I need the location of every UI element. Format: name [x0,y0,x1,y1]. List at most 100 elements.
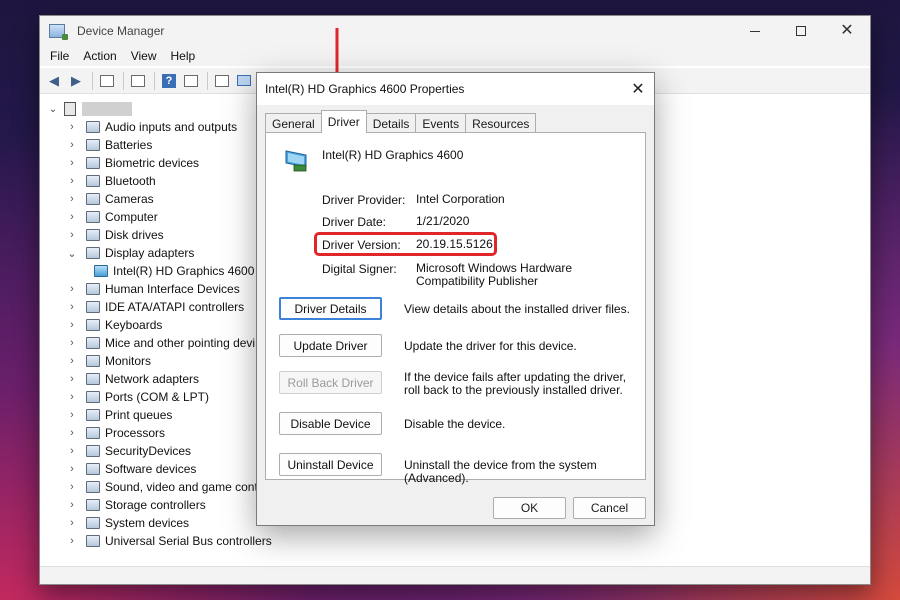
driver-tab-panel: Intel(R) HD Graphics 4600 Driver Provide… [265,132,646,485]
chevron-right-icon[interactable]: › [66,139,78,151]
menu-help[interactable]: Help [164,49,203,63]
chevron-right-icon[interactable]: › [66,301,78,313]
tree-category[interactable]: › IDE ATA/ATAPI controllers [66,298,244,316]
chevron-right-icon[interactable]: › [66,211,78,223]
close-button[interactable]: ✕ [824,16,870,46]
tree-category[interactable]: › Audio inputs and outputs [66,118,237,136]
chevron-right-icon[interactable]: › [66,193,78,205]
roll-back-driver-button[interactable]: Roll Back Driver [279,371,382,394]
menu-view[interactable]: View [124,49,164,63]
computer-icon [86,211,100,223]
chevron-right-icon[interactable]: › [66,463,78,475]
tree-category-label: Processors [105,426,166,440]
chevron-right-icon[interactable]: › [66,337,78,349]
system-icon [86,517,100,529]
chevron-right-icon[interactable]: › [66,175,78,187]
tree-category[interactable]: › Network adapters [66,370,199,388]
driver-details-button[interactable]: Driver Details [279,297,382,320]
chevron-right-icon[interactable]: › [66,517,78,529]
usb-icon [86,535,100,547]
chevron-right-icon[interactable]: › [66,121,78,133]
tree-category[interactable]: › Bluetooth [66,172,156,190]
tree-category-label: Human Interface Devices [105,282,240,296]
properties-button[interactable] [97,71,117,91]
tree-category[interactable]: › Batteries [66,136,152,154]
tree-category-label: Audio inputs and outputs [105,120,238,134]
tree-category-label: Print queues [105,408,173,422]
roll-back-driver-description: If the device fails after updating the d… [404,370,627,397]
tree-category[interactable]: › System devices [66,514,189,532]
chevron-right-icon[interactable]: › [66,499,78,511]
tab-driver[interactable]: Driver [320,110,367,133]
sound-icon [86,481,100,493]
driver-date-value: 1/21/2020 [416,214,470,228]
update-driver-button[interactable]: Update Driver [279,334,382,357]
tree-category[interactable]: ⌄ Display adapters [66,244,194,262]
tree-category[interactable]: › Cameras [66,190,154,208]
chevron-right-icon[interactable]: › [66,157,78,169]
tree-category[interactable]: › Ports (COM & LPT) [66,388,209,406]
tree-category[interactable]: › Keyboards [66,316,162,334]
chevron-right-icon[interactable]: › [66,481,78,493]
tree-category[interactable]: › Monitors [66,352,151,370]
chevron-right-icon[interactable]: › [66,373,78,385]
tree-category[interactable]: › Computer [66,208,158,226]
update-driver-button[interactable] [212,71,232,91]
ok-button[interactable]: OK [493,497,566,519]
tree-category[interactable]: › Processors [66,424,165,442]
menu-file[interactable]: File [43,49,76,63]
chevron-right-icon[interactable]: › [66,427,78,439]
minimize-button[interactable] [732,16,778,46]
tree-category[interactable]: › Software devices [66,460,196,478]
computer-icon [64,102,76,116]
tab-details[interactable]: Details [365,113,417,133]
tree-category-label: SecurityDevices [105,444,192,458]
menu-action[interactable]: Action [76,49,123,63]
cancel-button[interactable]: Cancel [573,497,646,519]
scan-hardware-button[interactable] [234,71,254,91]
tree-category[interactable]: › Universal Serial Bus controllers [66,532,272,550]
uninstall-device-button[interactable]: Uninstall Device [279,453,382,476]
tab-events[interactable]: Events [415,113,467,133]
help-button[interactable]: ? [159,71,179,91]
tree-category[interactable]: › Biometric devices [66,154,199,172]
tree-category-label: Mice and other pointing devi [105,336,256,350]
tree-category[interactable]: › Disk drives [66,226,164,244]
display-icon [184,74,198,87]
chevron-right-icon[interactable]: › [66,355,78,367]
chevron-right-icon[interactable]: › [66,229,78,241]
chevron-right-icon[interactable]: › [66,535,78,547]
chevron-down-icon[interactable]: ⌄ [66,247,78,260]
chevron-down-icon[interactable]: ⌄ [46,104,60,115]
tree-category[interactable]: › SecurityDevices [66,442,191,460]
tree-category[interactable]: › Print queues [66,406,172,424]
menu-bar: File Action View Help [40,46,870,66]
tree-category[interactable]: › Mice and other pointing devi [66,334,255,352]
back-button[interactable]: ◀ [44,71,64,91]
dialog-close-button[interactable]: ✕ [622,73,654,105]
tree-category[interactable]: › Storage controllers [66,496,206,514]
minimize-icon [750,30,760,32]
digital-signer-label: Digital Signer: [322,262,397,276]
disable-device-button[interactable]: Disable Device [279,412,382,435]
chevron-right-icon[interactable]: › [66,391,78,403]
device-name: Intel(R) HD Graphics 4600 [322,148,464,162]
tree-root[interactable]: ⌄ [46,100,132,118]
chevron-right-icon[interactable]: › [66,319,78,331]
tree-category[interactable]: › Human Interface Devices [66,280,240,298]
tree-device-item[interactable]: Intel(R) HD Graphics 4600 [94,262,254,280]
tab-resources[interactable]: Resources [465,113,537,133]
tree-category-label: Storage controllers [105,498,206,512]
chevron-right-icon[interactable]: › [66,445,78,457]
tree-category[interactable]: › Sound, video and game cont [66,478,258,496]
display-adapter-icon [94,265,108,277]
refresh-button[interactable] [128,71,148,91]
display-adapter-icon [86,247,100,259]
chevron-right-icon[interactable]: › [66,409,78,421]
maximize-button[interactable] [778,16,824,46]
close-icon: ✕ [631,81,645,98]
chevron-right-icon[interactable]: › [66,283,78,295]
tab-general[interactable]: General [265,113,322,133]
forward-button[interactable]: ▶ [66,71,86,91]
display-button[interactable] [181,71,201,91]
